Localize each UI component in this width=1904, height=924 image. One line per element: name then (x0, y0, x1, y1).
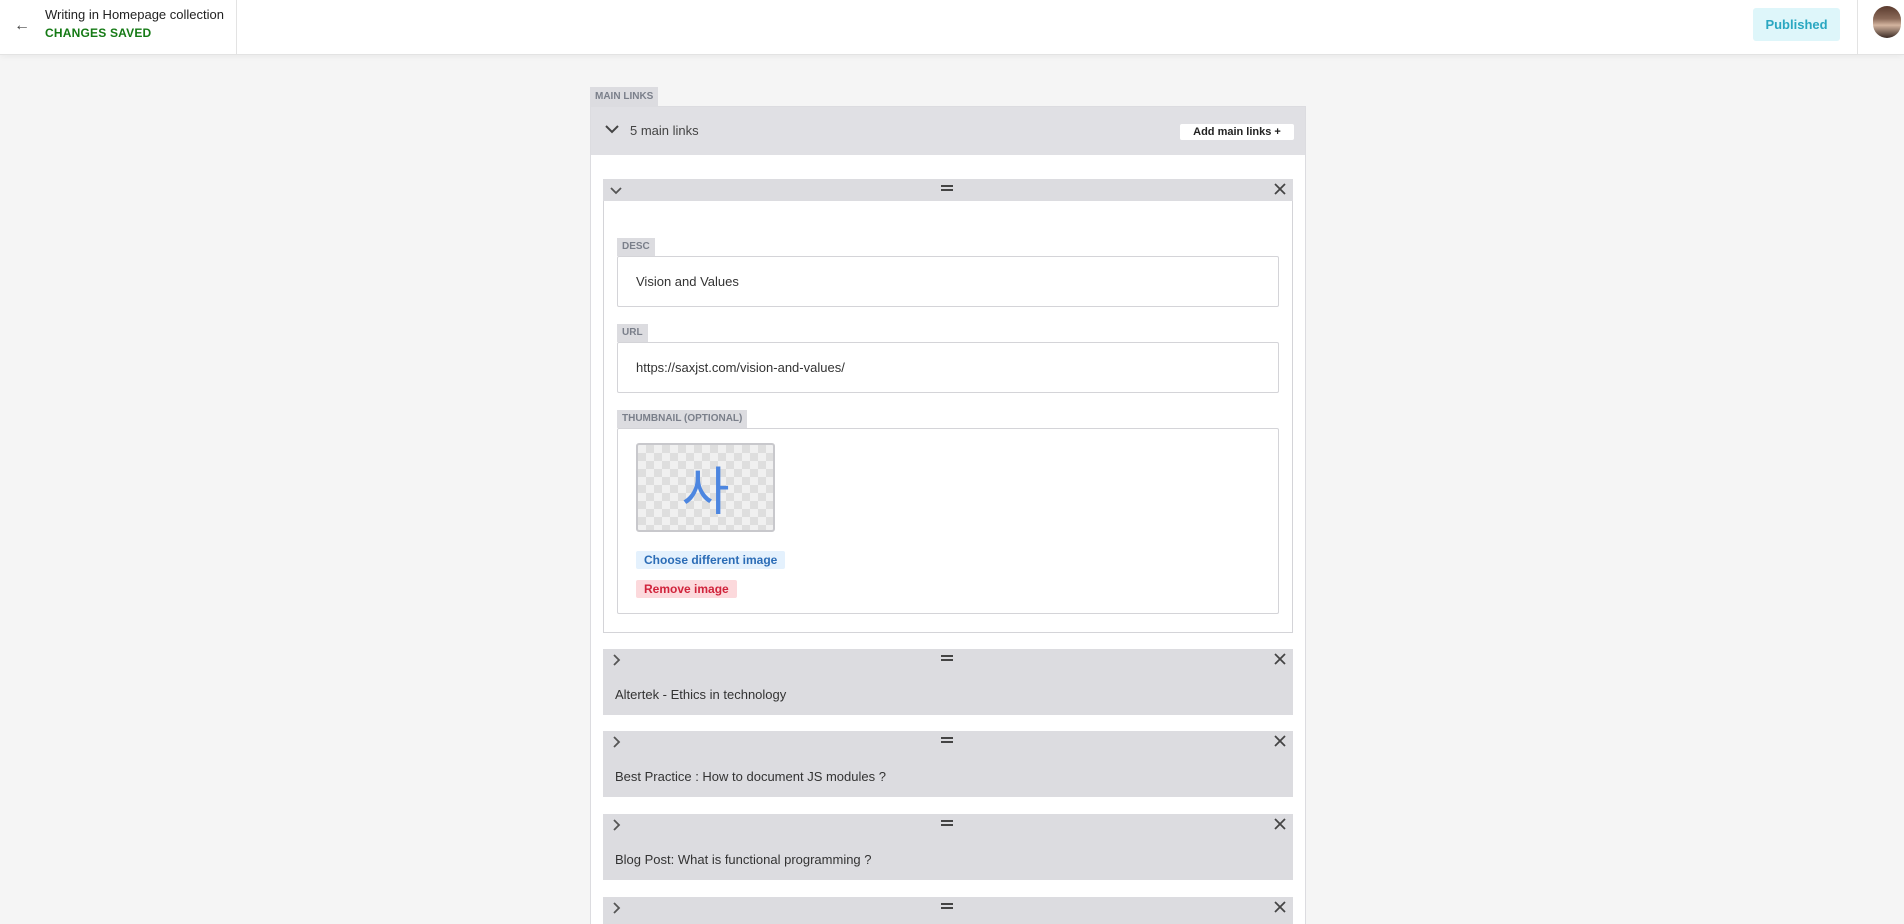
thumbnail-glyph: 사 (681, 463, 730, 523)
drag-handle-icon[interactable] (941, 737, 953, 743)
close-icon[interactable] (1273, 652, 1287, 666)
url-label: URL (617, 324, 648, 342)
drag-handle-icon[interactable] (941, 185, 953, 191)
main-link-item[interactable]: Blog Post: What is functional programmin… (603, 814, 1293, 880)
item-title: Best Practice : How to document JS modul… (615, 769, 886, 784)
main-link-item[interactable]: Altertek - Ethics in technology (603, 649, 1293, 715)
chevron-right-icon[interactable] (609, 653, 623, 667)
item-toolbar (603, 649, 1293, 671)
main-links-header: 5 main links Add main links + (591, 107, 1305, 155)
header-divider (236, 0, 237, 55)
url-field (617, 342, 1279, 393)
chevron-right-icon[interactable] (609, 735, 623, 749)
chevron-down-icon[interactable] (609, 183, 623, 197)
thumbnail-field: 사 Choose different image Remove image (617, 428, 1279, 614)
close-icon[interactable] (1273, 182, 1287, 196)
top-bar: ← Writing in Homepage collection CHANGES… (0, 0, 1904, 55)
choose-image-button[interactable]: Choose different image (636, 551, 786, 569)
main-link-item[interactable]: Best Practice : How to document JS modul… (603, 731, 1293, 797)
chevron-down-icon[interactable] (603, 120, 621, 138)
remove-image-button[interactable]: Remove image (636, 580, 737, 598)
published-button[interactable]: Published (1753, 8, 1840, 41)
desc-input[interactable] (636, 274, 1256, 289)
item-toolbar (603, 731, 1293, 753)
close-icon[interactable] (1273, 817, 1287, 831)
item-title: Altertek - Ethics in technology (615, 687, 787, 702)
add-main-links-button[interactable]: Add main links + (1180, 124, 1294, 140)
item-toolbar (603, 897, 1293, 919)
main-link-item[interactable] (603, 897, 1293, 924)
user-avatar[interactable] (1873, 6, 1901, 38)
back-arrow-icon[interactable]: ← (10, 14, 34, 38)
drag-handle-icon[interactable] (941, 655, 953, 661)
chevron-right-icon[interactable] (609, 901, 623, 915)
chevron-right-icon[interactable] (609, 818, 623, 832)
thumbnail-image[interactable]: 사 (636, 443, 775, 532)
drag-handle-icon[interactable] (941, 903, 953, 909)
save-status: CHANGES SAVED (45, 26, 152, 40)
item-toolbar (603, 179, 1293, 201)
close-icon[interactable] (1273, 900, 1287, 914)
item-title: Blog Post: What is functional programmin… (615, 852, 872, 867)
title-block: Writing in Homepage collection CHANGES S… (45, 7, 224, 43)
desc-label: DESC (617, 238, 655, 256)
header-divider-right (1857, 0, 1858, 55)
main-links-count: 5 main links (630, 123, 699, 138)
drag-handle-icon[interactable] (941, 820, 953, 826)
main-links-label: MAIN LINKS (590, 87, 659, 106)
desc-field (617, 256, 1279, 307)
main-link-item-expanded: DESC URL THUMBNAIL (OPTIONAL) 사 Choose d… (603, 179, 1293, 633)
item-toolbar (603, 814, 1293, 836)
thumbnail-label: THUMBNAIL (OPTIONAL) (617, 410, 748, 428)
page-title: Writing in Homepage collection (45, 7, 224, 22)
main-links-panel: 5 main links Add main links + DESC URL T… (590, 106, 1306, 924)
close-icon[interactable] (1273, 734, 1287, 748)
url-input[interactable] (636, 360, 1256, 375)
